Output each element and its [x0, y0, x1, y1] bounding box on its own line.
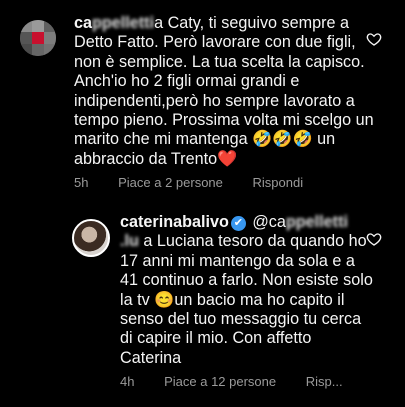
comment-body: cappellettia Caty, ti seguivo sempre a D…: [74, 14, 379, 169]
comment-username[interactable]: ca: [74, 14, 92, 32]
comment-meta: 5h Piace a 2 persone Rispondi: [74, 175, 329, 190]
reply-button[interactable]: Rispondi: [253, 175, 304, 190]
reply-reply-button[interactable]: Risp...: [306, 374, 343, 389]
verified-badge-icon: ✔: [230, 216, 246, 231]
mention-prefix[interactable]: @ca: [252, 213, 286, 231]
commenter-avatar[interactable]: [20, 20, 56, 56]
comment-time: 5h: [74, 175, 89, 190]
heart-outline-icon[interactable]: [366, 231, 382, 247]
mention-blurred[interactable]: ppelletti: [286, 213, 348, 232]
reply-meta: 4h Piace a 12 persone Risp...: [120, 374, 369, 389]
reply-username[interactable]: caterinabalivo: [120, 213, 229, 231]
reply-avatar[interactable]: [72, 219, 110, 257]
comment-likes[interactable]: Piace a 2 persone: [118, 175, 223, 190]
heart-outline-icon[interactable]: [366, 31, 382, 47]
comment-username-blurred[interactable]: ppelletti: [92, 14, 154, 33]
mention-line2-blurred[interactable]: .lu: [120, 232, 139, 251]
comment-text: a Caty, ti seguivo sempre a Detto Fatto.…: [74, 14, 374, 168]
reply-time: 4h: [120, 374, 135, 389]
reply-likes[interactable]: Piace a 12 persone: [164, 374, 276, 389]
reply-body: caterinabalivo ✔ @cappelletti .lu a Lucia…: [120, 213, 375, 368]
reply-text: a Luciana tesoro da quando ho 17 anni mi…: [120, 232, 373, 367]
